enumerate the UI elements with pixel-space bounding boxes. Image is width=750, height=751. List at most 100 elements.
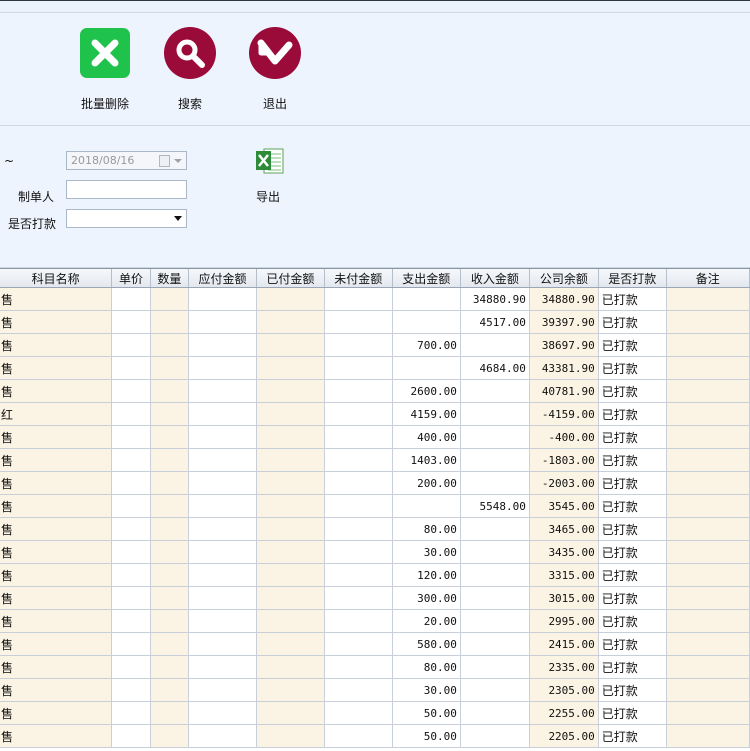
table-cell[interactable] bbox=[460, 701, 530, 725]
table-cell[interactable] bbox=[666, 609, 750, 633]
table-cell[interactable]: 售 bbox=[0, 333, 113, 357]
table-cell[interactable] bbox=[111, 287, 151, 311]
table-cell[interactable]: 50.00 bbox=[392, 701, 461, 725]
table-cell[interactable]: 已打款 bbox=[598, 402, 667, 426]
table-cell[interactable] bbox=[392, 356, 461, 380]
table-cell[interactable] bbox=[256, 471, 325, 495]
table-row[interactable]: 售 2600.00 40781.90 已打款 bbox=[0, 379, 750, 403]
table-cell[interactable] bbox=[666, 632, 750, 656]
table-cell[interactable] bbox=[460, 379, 530, 403]
table-cell[interactable] bbox=[392, 310, 461, 334]
table-cell[interactable] bbox=[111, 586, 151, 610]
table-cell[interactable]: 50.00 bbox=[392, 724, 461, 748]
table-cell[interactable]: 售 bbox=[0, 724, 113, 748]
table-cell[interactable] bbox=[460, 678, 530, 702]
table-cell[interactable] bbox=[256, 540, 325, 564]
column-header[interactable]: 数量 bbox=[150, 269, 190, 288]
table-cell[interactable]: 2995.00 bbox=[529, 609, 599, 633]
table-cell[interactable]: 4159.00 bbox=[392, 402, 461, 426]
table-cell[interactable] bbox=[460, 724, 530, 748]
table-cell[interactable] bbox=[666, 678, 750, 702]
creator-input[interactable] bbox=[66, 180, 187, 199]
table-cell[interactable] bbox=[188, 448, 257, 472]
table-cell[interactable] bbox=[666, 287, 750, 311]
table-cell[interactable] bbox=[324, 333, 393, 357]
table-row[interactable]: 售 1403.00 -1803.00 已打款 bbox=[0, 448, 750, 472]
table-cell[interactable] bbox=[666, 563, 750, 587]
table-cell[interactable] bbox=[460, 609, 530, 633]
table-cell[interactable]: 红 bbox=[0, 402, 113, 426]
table-cell[interactable]: 39397.90 bbox=[529, 310, 599, 334]
table-cell[interactable] bbox=[256, 724, 325, 748]
table-row[interactable]: 售 300.00 3015.00 已打款 bbox=[0, 586, 750, 610]
table-row[interactable]: 售 4517.00 39397.90 已打款 bbox=[0, 310, 750, 334]
table-cell[interactable]: 80.00 bbox=[392, 517, 461, 541]
table-cell[interactable]: 2255.00 bbox=[529, 701, 599, 725]
table-cell[interactable] bbox=[256, 701, 325, 725]
table-cell[interactable] bbox=[324, 425, 393, 449]
table-cell[interactable] bbox=[256, 678, 325, 702]
column-header[interactable]: 公司余额 bbox=[529, 269, 599, 288]
table-row[interactable]: 售 200.00 -2003.00 已打款 bbox=[0, 471, 750, 495]
table-cell[interactable] bbox=[188, 632, 257, 656]
table-cell[interactable] bbox=[666, 494, 750, 518]
calendar-icon[interactable] bbox=[159, 155, 170, 167]
table-cell[interactable]: 34880.90 bbox=[529, 287, 599, 311]
table-cell[interactable]: -4159.00 bbox=[529, 402, 599, 426]
exit-button[interactable]: 退出 bbox=[240, 27, 310, 112]
table-cell[interactable]: 2205.00 bbox=[529, 724, 599, 748]
table-cell[interactable] bbox=[256, 356, 325, 380]
table-cell[interactable] bbox=[324, 356, 393, 380]
chevron-down-icon[interactable] bbox=[174, 216, 182, 221]
table-cell[interactable] bbox=[111, 471, 151, 495]
table-cell[interactable] bbox=[666, 655, 750, 679]
table-cell[interactable] bbox=[460, 540, 530, 564]
table-cell[interactable]: 售 bbox=[0, 517, 113, 541]
table-row[interactable]: 售 50.00 2205.00 已打款 bbox=[0, 724, 750, 748]
table-cell[interactable] bbox=[111, 333, 151, 357]
table-row[interactable]: 售 50.00 2255.00 已打款 bbox=[0, 701, 750, 725]
table-cell[interactable] bbox=[188, 333, 257, 357]
table-cell[interactable]: 售 bbox=[0, 678, 113, 702]
table-row[interactable]: 售 20.00 2995.00 已打款 bbox=[0, 609, 750, 633]
table-cell[interactable]: 3015.00 bbox=[529, 586, 599, 610]
table-cell[interactable] bbox=[256, 425, 325, 449]
table-cell[interactable] bbox=[188, 310, 257, 334]
table-cell[interactable] bbox=[150, 356, 190, 380]
table-cell[interactable] bbox=[324, 609, 393, 633]
table-cell[interactable]: 已打款 bbox=[598, 356, 667, 380]
table-cell[interactable]: 已打款 bbox=[598, 563, 667, 587]
table-cell[interactable] bbox=[324, 517, 393, 541]
table-cell[interactable] bbox=[460, 517, 530, 541]
table-cell[interactable] bbox=[256, 609, 325, 633]
table-cell[interactable] bbox=[324, 402, 393, 426]
table-cell[interactable] bbox=[666, 448, 750, 472]
table-row[interactable]: 红 4159.00 -4159.00 已打款 bbox=[0, 402, 750, 426]
table-cell[interactable] bbox=[666, 540, 750, 564]
table-cell[interactable]: 售 bbox=[0, 356, 113, 380]
table-cell[interactable] bbox=[256, 448, 325, 472]
table-cell[interactable]: 34880.90 bbox=[460, 287, 530, 311]
table-cell[interactable] bbox=[188, 540, 257, 564]
table-cell[interactable] bbox=[460, 586, 530, 610]
table-cell[interactable]: 已打款 bbox=[598, 517, 667, 541]
table-cell[interactable]: 5548.00 bbox=[460, 494, 530, 518]
table-cell[interactable] bbox=[666, 333, 750, 357]
table-cell[interactable] bbox=[111, 540, 151, 564]
table-cell[interactable]: 已打款 bbox=[598, 609, 667, 633]
table-cell[interactable]: 已打款 bbox=[598, 540, 667, 564]
table-cell[interactable] bbox=[150, 517, 190, 541]
table-cell[interactable]: 43381.90 bbox=[529, 356, 599, 380]
table-cell[interactable]: 已打款 bbox=[598, 678, 667, 702]
batch-delete-button[interactable]: 批量删除 bbox=[70, 27, 140, 112]
table-cell[interactable]: 580.00 bbox=[392, 632, 461, 656]
table-row[interactable]: 售 400.00 -400.00 已打款 bbox=[0, 425, 750, 449]
column-header[interactable]: 收入金额 bbox=[460, 269, 530, 288]
table-cell[interactable] bbox=[111, 425, 151, 449]
table-cell[interactable] bbox=[460, 402, 530, 426]
table-cell[interactable] bbox=[111, 310, 151, 334]
table-cell[interactable] bbox=[666, 701, 750, 725]
table-cell[interactable] bbox=[111, 517, 151, 541]
table-row[interactable]: 售 4684.00 43381.90 已打款 bbox=[0, 356, 750, 380]
table-cell[interactable] bbox=[460, 471, 530, 495]
